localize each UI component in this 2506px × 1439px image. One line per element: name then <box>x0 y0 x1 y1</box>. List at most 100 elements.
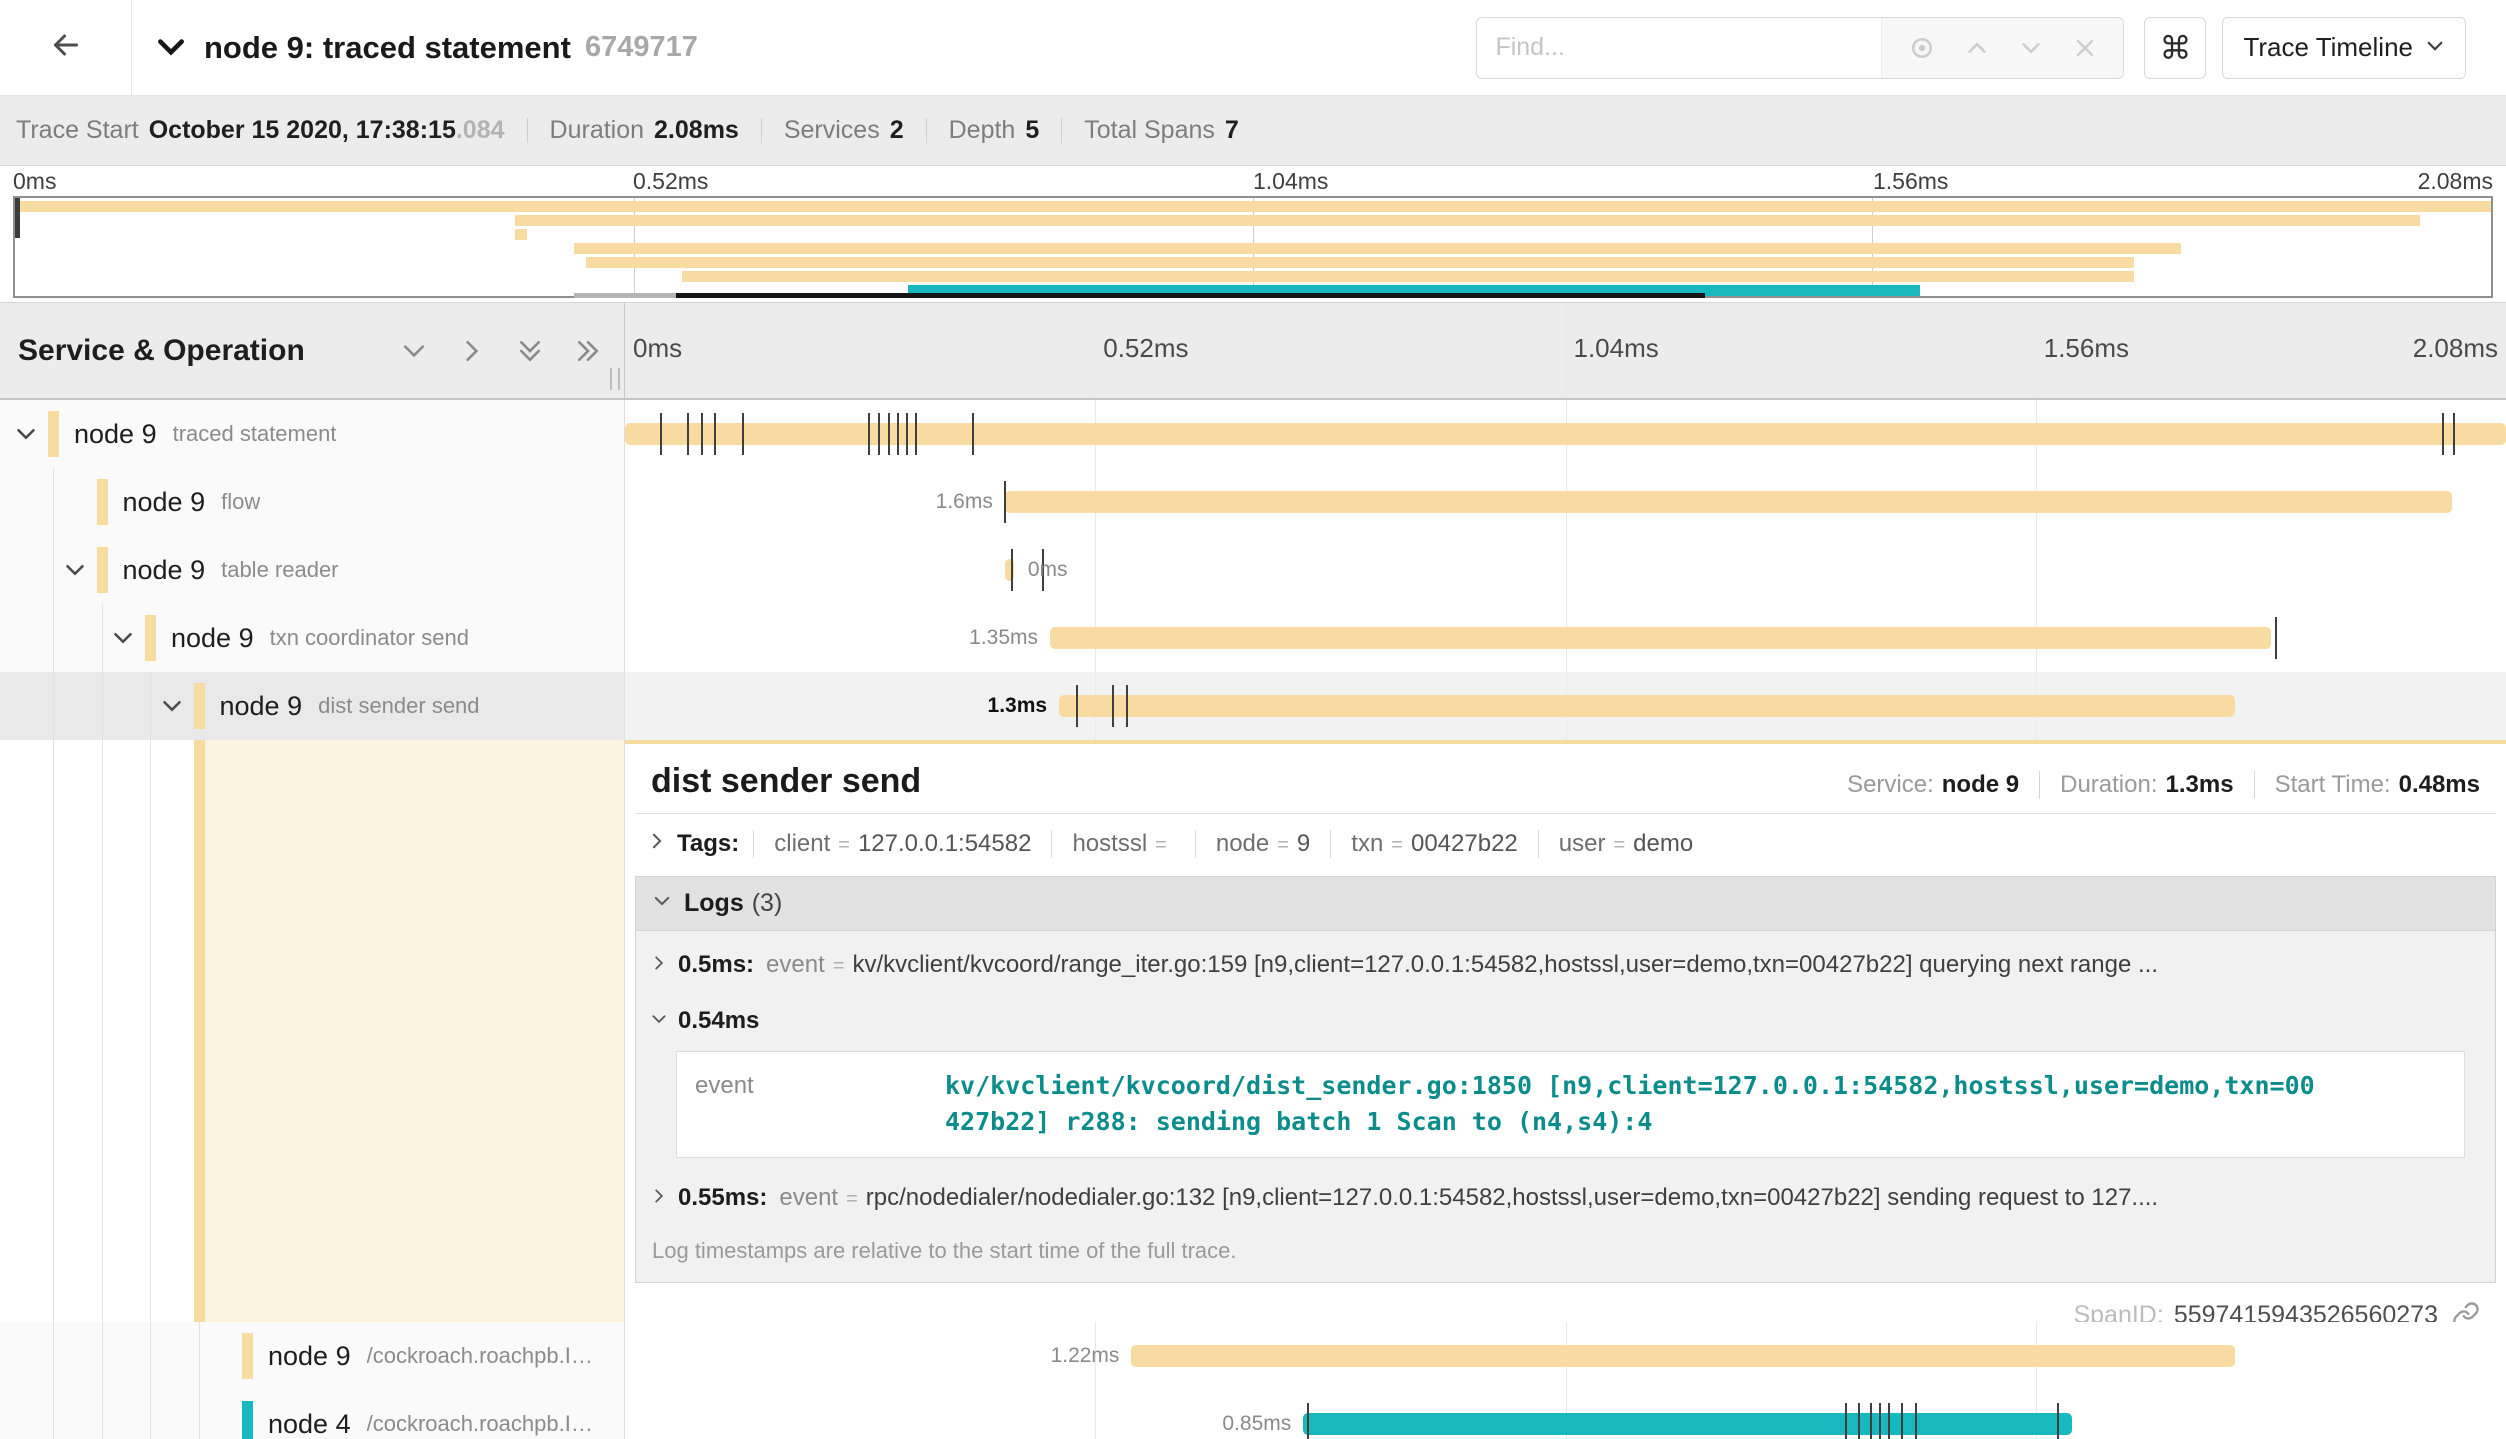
service-name: node 9 <box>123 487 206 518</box>
span-timeline-cell[interactable]: 1.35ms <box>625 604 2506 672</box>
log-marker-tick <box>2275 617 2277 659</box>
prev-match-icon[interactable] <box>1962 33 1992 63</box>
minimap-scrubber-handle[interactable] <box>15 198 20 238</box>
log-entry-2-toggle[interactable]: 0.54ms <box>636 993 2495 1045</box>
expand-chevron-icon[interactable] <box>14 422 38 446</box>
log-marker-tick <box>1901 1403 1903 1439</box>
span-bar[interactable] <box>1050 627 2271 649</box>
span-bar[interactable] <box>1131 1345 2234 1367</box>
span-tree-cell[interactable]: node 9dist sender send <box>0 672 625 740</box>
span-row[interactable]: node 4/cockroach.roachpb.I…0.85ms <box>0 1390 2506 1439</box>
span-row[interactable]: node 9table reader 0ms <box>0 536 2506 604</box>
span-tree-cell[interactable]: node 9flow <box>0 468 625 536</box>
deep-link-icon[interactable] <box>2452 1301 2480 1322</box>
minimap-span-bar <box>515 215 2420 226</box>
service-color-bar <box>194 683 205 729</box>
page-title: node 9: traced statement <box>204 30 571 66</box>
span-duration-label: 1.35ms <box>969 626 1038 650</box>
focus-icon[interactable] <box>1907 33 1937 63</box>
span-tree-cell[interactable]: node 9txn coordinator send <box>0 604 625 672</box>
span-tree-cell[interactable]: node 9table reader <box>0 536 625 604</box>
keyboard-shortcuts-button[interactable]: ⌘ <box>2144 17 2206 79</box>
minimap-span-bar <box>15 201 2491 212</box>
log-entry-2-fields: event kv/kvclient/kvcoord/dist_sender.go… <box>676 1051 2465 1158</box>
tag-user: user=demo <box>1538 830 1713 858</box>
duration-stat: Duration 2.08ms <box>527 118 761 143</box>
span-duration-label: 0ms <box>1028 558 1068 582</box>
total-spans-stat: Total Spans 7 <box>1061 118 1261 143</box>
trace-minimap[interactable]: 0ms 0.52ms 1.04ms 1.56ms 2.08ms <box>0 166 2506 302</box>
minimap-canvas[interactable] <box>13 196 2493 298</box>
span-tree-cell[interactable]: node 4/cockroach.roachpb.I… <box>0 1390 625 1439</box>
find-tools <box>1881 18 2123 78</box>
operation-name: txn coordinator send <box>270 625 469 651</box>
span-timeline-cell[interactable] <box>625 400 2506 468</box>
log-marker-tick <box>1845 1403 1847 1439</box>
span-tree-cell[interactable]: node 9traced statement <box>0 400 625 468</box>
next-match-icon[interactable] <box>2016 33 2046 63</box>
log-marker-tick <box>714 413 716 455</box>
minimap-viewport-indicator[interactable] <box>676 293 1706 298</box>
span-row[interactable]: node 9txn coordinator send 1.35ms <box>0 604 2506 672</box>
span-rows-bottom: node 9/cockroach.roachpb.I… 1.22ms node 4/… <box>0 1322 2506 1439</box>
service-name: node 9 <box>220 691 303 722</box>
service-color-bar <box>145 615 156 661</box>
log-marker-tick <box>1858 1403 1860 1439</box>
span-duration-label: 1.22ms <box>1051 1344 1120 1368</box>
span-row[interactable]: node 9traced statement <box>0 400 2506 468</box>
span-row[interactable]: node 9flow1.6ms <box>0 468 2506 536</box>
span-bar[interactable] <box>1005 491 2452 513</box>
span-bar[interactable] <box>1303 1413 2072 1435</box>
log-marker-tick <box>2057 1403 2059 1439</box>
trace-view-selector-button[interactable]: Trace Timeline <box>2222 17 2466 79</box>
log-marker-tick <box>1011 549 1013 591</box>
log-marker-tick <box>660 413 662 455</box>
expand-chevron-icon[interactable] <box>160 694 184 718</box>
expand-one-icon[interactable] <box>458 337 486 365</box>
operation-name: traced statement <box>173 421 337 447</box>
span-tree-cell[interactable]: node 9/cockroach.roachpb.I… <box>0 1322 625 1390</box>
span-timeline-cell[interactable]: 1.22ms <box>625 1322 2506 1390</box>
expand-all-icon[interactable] <box>574 337 602 365</box>
log-marker-tick <box>868 413 870 455</box>
expand-chevron-icon[interactable] <box>111 626 135 650</box>
clear-find-icon[interactable] <box>2071 34 2099 62</box>
logs-toggle[interactable]: Logs (3) <box>636 877 2495 930</box>
log-marker-tick <box>878 413 880 455</box>
tags-toggle[interactable]: Tags: client=127.0.0.1:54582 hostssl= no… <box>625 814 2506 872</box>
tag-node: node=9 <box>1195 830 1330 858</box>
back-button[interactable] <box>0 0 132 95</box>
log-marker-tick <box>701 413 703 455</box>
span-id-row: SpanID: 5597415943526560273 <box>625 1283 2506 1323</box>
log-marker-tick <box>2442 413 2444 455</box>
span-row[interactable]: node 9/cockroach.roachpb.I… 1.22ms <box>0 1322 2506 1390</box>
span-timeline-cell[interactable]: 0ms <box>625 536 2506 604</box>
trace-start-stat: Trace Start October 15 2020, 17:38:15 .0… <box>16 118 527 143</box>
timeline-header-left: Service & Operation <box>0 303 625 398</box>
selected-span-color-stripe <box>194 740 205 1322</box>
services-stat: Services 2 <box>761 118 926 143</box>
log-field-value: kv/kvclient/kvcoord/dist_sender.go:1850 … <box>945 1068 2317 1141</box>
chevron-right-icon <box>650 951 668 979</box>
service-operation-header: Service & Operation <box>18 334 305 368</box>
span-detail-row: dist sender send Service:node 9 Duration… <box>0 740 2506 1322</box>
expand-chevron-icon[interactable] <box>63 558 87 582</box>
tags-header: Tags: <box>677 830 739 858</box>
log-entry-3[interactable]: 0.55ms: event = rpc/nodedialer/nodediale… <box>636 1168 2495 1226</box>
depth-stat: Depth 5 <box>926 118 1062 143</box>
span-timeline-cell[interactable]: 1.3ms <box>625 672 2506 740</box>
span-timeline-cell[interactable]: 1.6ms <box>625 468 2506 536</box>
span-bar[interactable] <box>1059 695 2235 717</box>
column-resize-grip[interactable] <box>610 368 620 390</box>
collapse-all-icon[interactable] <box>516 337 544 365</box>
log-entry-1[interactable]: 0.5ms: event = kv/kvclient/kvcoord/range… <box>636 935 2495 993</box>
service-name: node 4 <box>268 1409 351 1439</box>
span-row[interactable]: node 9dist sender send1.3ms <box>0 672 2506 740</box>
collapse-one-icon[interactable] <box>400 337 428 365</box>
minimap-tick-labels: 0ms 0.52ms 1.04ms 1.56ms 2.08ms <box>13 168 2493 194</box>
find-input[interactable] <box>1477 18 1881 78</box>
log-marker-tick <box>1870 1403 1872 1439</box>
span-timeline-cell[interactable]: 0.85ms <box>625 1390 2506 1439</box>
trace-collapse-chevron-icon[interactable] <box>154 31 188 65</box>
log-marker-tick <box>742 413 744 455</box>
